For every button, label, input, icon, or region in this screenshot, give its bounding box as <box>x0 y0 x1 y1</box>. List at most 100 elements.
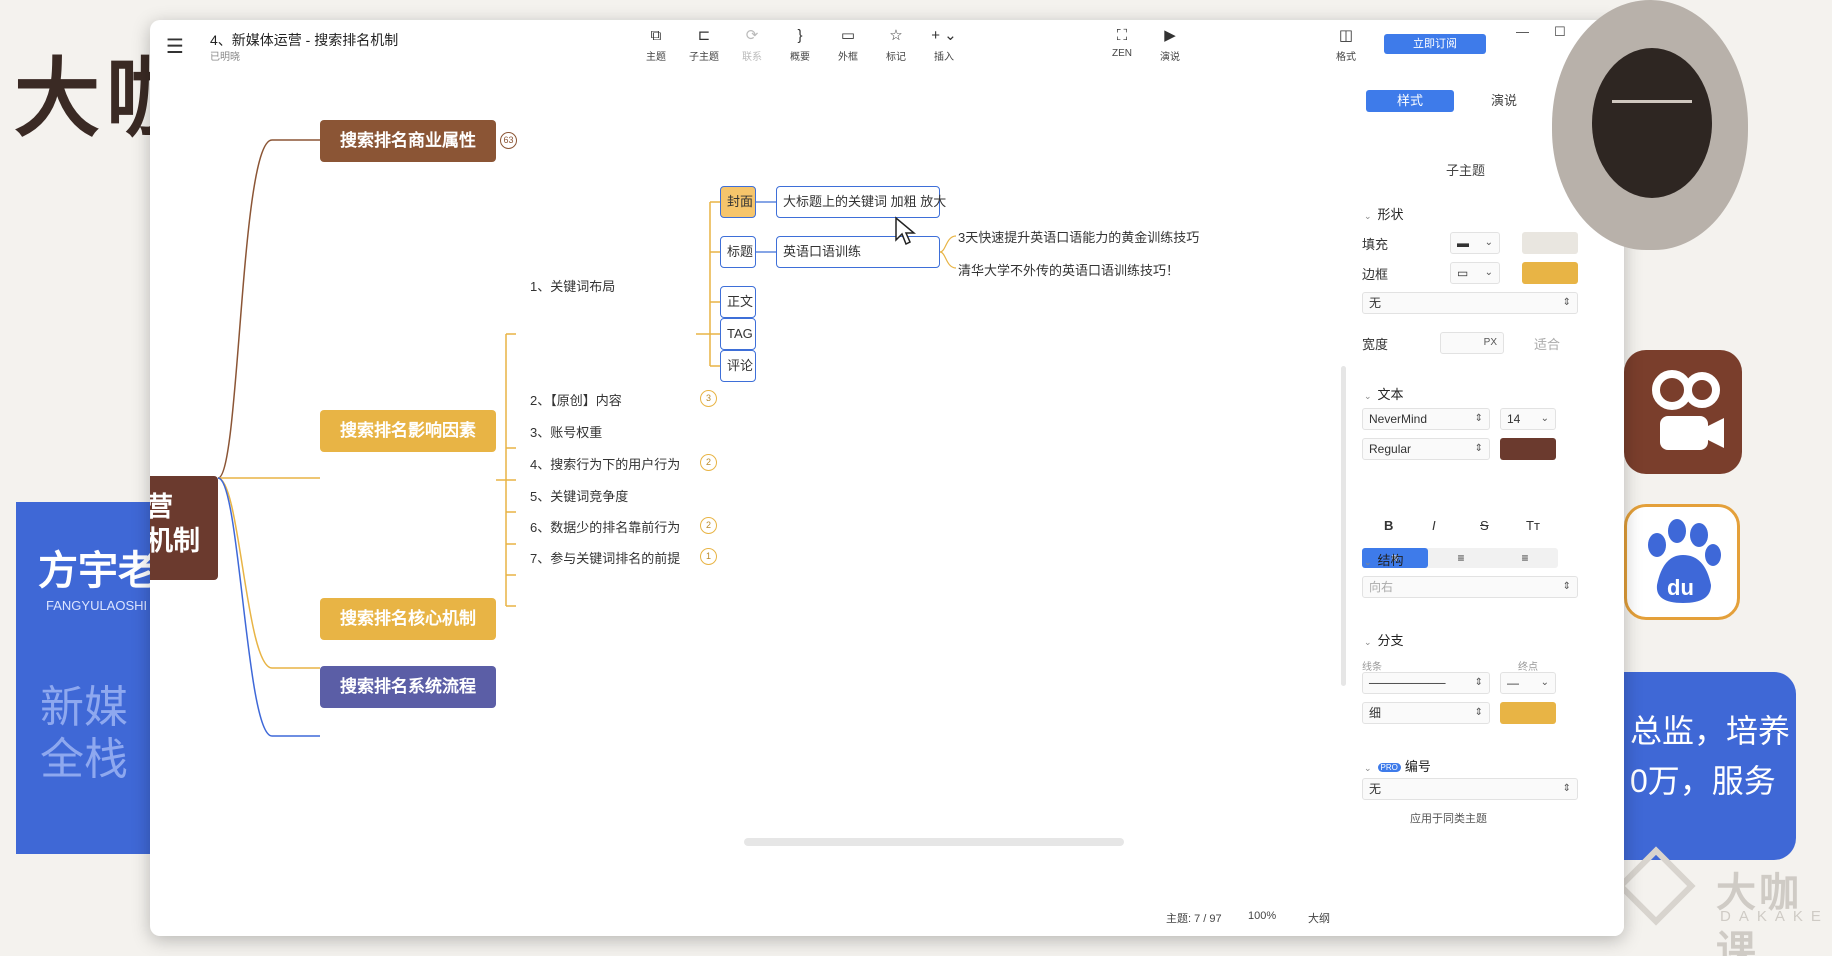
border-pattern-select[interactable]: 无 ⇕ <box>1362 292 1578 314</box>
leaf-body[interactable]: 正文 <box>720 286 756 318</box>
border-style-select[interactable]: ▭ ⌄ <box>1450 262 1500 284</box>
structure-direction-select[interactable]: 向右 ⇕ <box>1362 576 1578 598</box>
numbering-section-title[interactable]: ⌄ PRO 编号 <box>1364 756 1431 775</box>
fill-style-select[interactable]: ▬ ⌄ <box>1450 232 1500 254</box>
subscribe-button[interactable]: 立即订阅 <box>1384 34 1486 54</box>
baidu-logo-icon: du <box>1624 504 1740 620</box>
italic-button[interactable]: I <box>1432 518 1436 533</box>
description-line-2: 0万，服务 <box>1630 763 1776 799</box>
sub-topic-keyword-layout[interactable]: 1、关键词布局 <box>530 276 615 295</box>
width-input[interactable]: PX <box>1440 332 1504 354</box>
main-topic-factors[interactable]: 搜索排名影响因素 <box>320 410 496 452</box>
mouse-cursor-icon <box>895 216 916 246</box>
zen-icon: ⛶ <box>1116 27 1128 44</box>
tab-present[interactable]: 演说 <box>1460 90 1548 112</box>
fit-button[interactable]: 适合 <box>1534 334 1560 353</box>
presenter-glasses <box>1612 100 1692 114</box>
mindmap-canvas[interactable]: 营 机制 搜索排名商业属性 63 搜索排名影响因素 搜索排名核心机制 搜索排名系… <box>150 70 1350 936</box>
branch-section-title[interactable]: ⌄ 分支 <box>1364 630 1404 649</box>
collapsed-count-badge[interactable]: 1 <box>700 548 717 565</box>
sub-topic-keyword-competition[interactable]: 5、关键词竞争度 <box>530 486 628 505</box>
boundary-button[interactable]: ▭ 外框 <box>826 26 870 63</box>
summary-button[interactable]: } 概要 <box>778 26 822 63</box>
numbering-select[interactable]: 无 ⇕ <box>1362 778 1578 800</box>
leaf-cover[interactable]: 封面 <box>720 186 756 218</box>
sub-topic-account-weight[interactable]: 3、账号权重 <box>530 422 602 441</box>
marker-button[interactable]: ☆ 标记 <box>874 26 918 63</box>
top-toolbar: ☰ 4、新媒体运营 - 搜索排名机制 已明晓 ⧉ 主题 ⊏ 子主题 ⟳ 联系 }… <box>150 20 1624 70</box>
document-title[interactable]: 4、新媒体运营 - 搜索排名机制 <box>210 30 398 50</box>
vertical-scrollbar[interactable] <box>1341 366 1346 686</box>
subtopic-button[interactable]: ⊏ 子主题 <box>682 26 726 63</box>
branch-line-select[interactable]: ───────── ⇕ <box>1362 672 1490 694</box>
tab-style[interactable]: 样式 <box>1366 90 1454 112</box>
text-case-button[interactable]: Tт <box>1526 518 1540 533</box>
outline-toggle[interactable]: 大纲 <box>1308 910 1330 926</box>
border-label: 边框 <box>1362 267 1389 282</box>
font-weight-select[interactable]: Regular ⇕ <box>1362 438 1490 460</box>
relationship-icon: ⟳ <box>745 27 759 44</box>
leaf-comment[interactable]: 评论 <box>720 350 756 382</box>
menu-icon[interactable]: ☰ <box>166 34 184 59</box>
width-label: 宽度 <box>1362 337 1389 352</box>
leaf-detail-cover[interactable]: 大标题上的关键词 加粗 放大 <box>776 186 946 218</box>
sub-topic-ranking-prerequisite[interactable]: 7、参与关键词排名的前提 <box>530 548 680 567</box>
relationship-button[interactable]: ⟳ 联系 <box>730 26 774 63</box>
kuaishou-logo-icon <box>1624 350 1742 474</box>
webcam-overlay <box>1552 0 1748 250</box>
title-example-2[interactable]: 清华大学不外传的英语口语训练技巧！ <box>958 260 1179 279</box>
text-color-swatch[interactable] <box>1500 438 1556 460</box>
collapsed-count-badge[interactable]: 2 <box>700 454 717 471</box>
branch-color-swatch[interactable] <box>1500 702 1556 724</box>
align-right-icon[interactable]: ≡ <box>1492 548 1558 568</box>
structure-section-title[interactable]: ⌄ 结构 <box>1364 550 1404 569</box>
strikethrough-button[interactable]: S <box>1480 518 1489 533</box>
presenter-face <box>1592 48 1712 198</box>
main-topic-process[interactable]: 搜索排名系统流程 <box>320 666 496 708</box>
format-button[interactable]: ◫ 格式 <box>1324 26 1368 63</box>
star-icon: ☆ <box>889 27 903 44</box>
apply-to-similar[interactable]: 应用于同类主题 <box>1410 810 1487 826</box>
presenter-subtitle: 新媒全栈 <box>40 683 128 784</box>
font-size-select[interactable]: 14 ⌄ <box>1500 408 1556 430</box>
leaf-title[interactable]: 标题 <box>720 236 756 268</box>
maximize-icon[interactable]: ☐ <box>1554 24 1566 40</box>
bold-button[interactable]: B <box>1384 518 1393 533</box>
branch-line-label: 线条 <box>1362 662 1382 673</box>
fill-color-swatch[interactable] <box>1522 232 1578 254</box>
main-topic-core[interactable]: 搜索排名核心机制 <box>320 598 496 640</box>
title-example-1[interactable]: 3天快速提升英语口语能力的黄金训练技巧 <box>958 227 1199 246</box>
plus-icon: + ⌄ <box>931 27 957 44</box>
border-color-swatch[interactable] <box>1522 262 1578 284</box>
slide-description-card: 总监，培养 0万，服务 <box>1600 672 1796 860</box>
sub-topic-user-behavior[interactable]: 4、搜索行为下的用户行为 <box>530 454 680 473</box>
description-line-1: 总监，培养 <box>1630 713 1791 749</box>
font-family-select[interactable]: NeverMind ⇕ <box>1362 408 1490 430</box>
sub-topic-original-content[interactable]: 2、【原创】内容 <box>530 390 622 409</box>
boundary-icon: ▭ <box>840 27 856 44</box>
text-section-title[interactable]: ⌄ 文本 <box>1364 384 1404 403</box>
sub-topic-low-data-ranking[interactable]: 6、数据少的排名靠前行为 <box>530 517 680 536</box>
collapsed-count-badge[interactable]: 63 <box>500 132 517 149</box>
zoom-level[interactable]: 100% <box>1248 910 1276 922</box>
leaf-tag[interactable]: TAG <box>720 318 756 350</box>
play-icon: ▶ <box>1164 27 1176 44</box>
format-panel-icon: ◫ <box>1338 27 1354 44</box>
topic-button[interactable]: ⧉ 主题 <box>634 26 678 63</box>
branch-thickness-select[interactable]: 细 ⇕ <box>1362 702 1490 724</box>
shape-section-title[interactable]: ⌄ 形状 <box>1364 204 1404 223</box>
align-center-icon[interactable]: ≡ <box>1428 548 1494 568</box>
collapsed-count-badge[interactable]: 3 <box>700 390 717 407</box>
horizontal-scrollbar[interactable] <box>744 838 1124 846</box>
insert-button[interactable]: + ⌄ 插入 <box>922 26 966 63</box>
zen-button[interactable]: ⛶ ZEN <box>1100 26 1144 59</box>
main-topic-commercial[interactable]: 搜索排名商业属性 <box>320 120 496 162</box>
branch-end-select[interactable]: — ⌄ <box>1500 672 1556 694</box>
root-topic[interactable]: 营 机制 <box>150 476 218 580</box>
present-button[interactable]: ▶ 演说 <box>1148 26 1192 63</box>
subtopic-icon: ⊏ <box>697 27 711 44</box>
fill-label: 填充 <box>1362 237 1389 252</box>
collapsed-count-badge[interactable]: 2 <box>700 517 717 534</box>
minimize-icon[interactable]: — <box>1516 24 1529 39</box>
presenter-name: 方宇老 <box>38 549 158 593</box>
